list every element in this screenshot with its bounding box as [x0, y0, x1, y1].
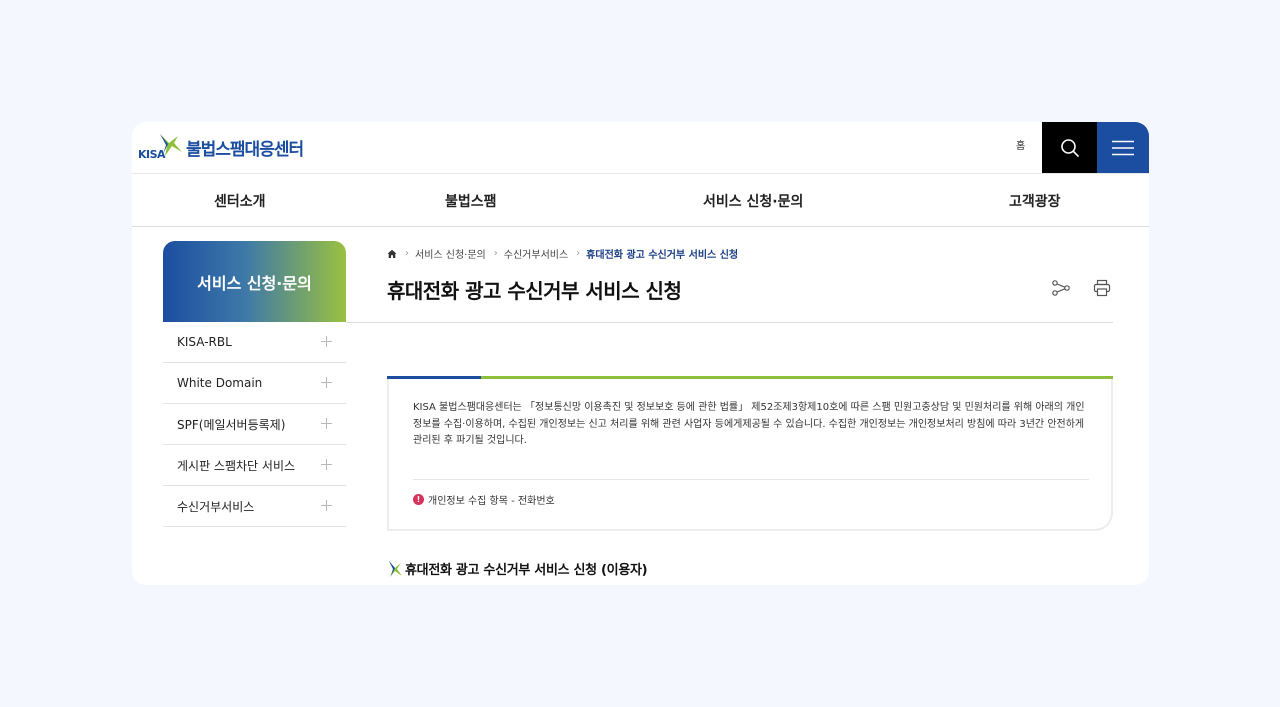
print-button[interactable]: [1093, 279, 1111, 301]
side-item-board-spam-block[interactable]: 게시판 스팸차단 서비스: [163, 445, 346, 486]
section-title: 휴대전화 광고 수신거부 서비스 신청 (이용자): [387, 559, 648, 578]
side-item-label: KISA-RBL: [177, 335, 232, 349]
page-title: 휴대전화 광고 수신거부 서비스 신청: [387, 279, 682, 303]
logo-kisa-text: KISA: [138, 148, 166, 161]
menu-button[interactable]: [1097, 122, 1149, 173]
page-card: KISA 불법스팸대응센터 홈 센터소개 불법스팸 서비스 신청·문의 고객광장…: [132, 122, 1149, 585]
info-accent-green: [481, 376, 1113, 379]
privacy-info-text: KISA 불법스팸대응센터는 「정보통신망 이용촉진 및 정보보호 등에 관한 …: [413, 402, 1085, 446]
side-item-spf[interactable]: SPF(메일서버등록제): [163, 404, 346, 445]
home-link[interactable]: 홈: [1016, 137, 1025, 152]
title-divider: [346, 322, 1113, 323]
side-item-white-domain[interactable]: White Domain: [163, 363, 346, 404]
global-nav: 센터소개 불법스팸 서비스 신청·문의 고객광장: [132, 174, 1149, 227]
plus-icon[interactable]: [321, 500, 332, 511]
gnb-item-illegal-spam[interactable]: 불법스팸: [445, 191, 497, 211]
plus-icon[interactable]: [321, 336, 332, 347]
breadcrumb-item[interactable]: 수신거부서비스: [504, 246, 568, 261]
info-divider: [413, 479, 1089, 480]
side-item-label: 수신거부서비스: [177, 499, 255, 514]
side-item-opt-out-service[interactable]: 수신거부서비스: [163, 486, 346, 527]
side-item-kisa-rbl[interactable]: KISA-RBL: [163, 322, 346, 363]
share-icon: [1052, 280, 1070, 296]
chevron-right-icon: ›: [405, 248, 409, 259]
kisa-logo-mark: KISA: [138, 132, 184, 162]
privacy-info-box: KISA 불법스팸대응센터는 「정보통신망 이용촉진 및 정보보호 등에 관한 …: [387, 376, 1113, 531]
chevron-right-icon: ›: [493, 248, 498, 259]
kisa-bullet-icon: [389, 560, 402, 577]
info-accent-blue: [387, 376, 481, 379]
search-button[interactable]: [1042, 122, 1097, 173]
search-icon: [1060, 138, 1079, 157]
plus-icon[interactable]: [321, 418, 332, 429]
side-item-label: White Domain: [177, 376, 263, 390]
plus-icon[interactable]: [321, 459, 332, 470]
gnb-item-service-request[interactable]: 서비스 신청·문의: [703, 191, 803, 211]
alert-icon: !: [413, 494, 424, 505]
share-button[interactable]: [1052, 279, 1070, 301]
side-nav-title-text: 서비스 신청·문의: [197, 273, 312, 293]
breadcrumb-current: 휴대전화 광고 수신거부 서비스 신청: [586, 250, 739, 261]
chevron-right-icon: ›: [576, 248, 581, 259]
side-item-label: SPF(메일서버등록제): [177, 417, 286, 432]
side-nav-title: 서비스 신청·문의: [163, 241, 346, 322]
home-icon[interactable]: [387, 249, 397, 259]
gnb-item-center-intro[interactable]: 센터소개: [214, 191, 266, 211]
privacy-notice-text: 개인정보 수집 항목 - 전화번호: [428, 496, 555, 507]
site-logo[interactable]: KISA 불법스팸대응센터: [138, 130, 304, 164]
side-nav: KISA-RBL White Domain SPF(메일서버등록제) 게시판 스…: [163, 322, 346, 527]
gnb-item-customer-plaza[interactable]: 고객광장: [1009, 191, 1061, 211]
logo-title: 불법스팸대응센터: [186, 139, 304, 160]
breadcrumb-item[interactable]: 서비스 신청·문의: [415, 246, 486, 261]
side-item-label: 게시판 스팸차단 서비스: [177, 458, 296, 473]
plus-icon[interactable]: [321, 377, 332, 388]
print-icon: [1093, 279, 1111, 297]
section-title-text: 휴대전화 광고 수신거부 서비스 신청 (이용자): [405, 563, 648, 578]
site-header: KISA 불법스팸대응센터 홈: [132, 122, 1149, 174]
hamburger-icon: [1112, 140, 1134, 155]
privacy-notice: ! 개인정보 수집 항목 - 전화번호: [413, 492, 555, 507]
breadcrumb: › 서비스 신청·문의 › 수신거부서비스 › 휴대전화 광고 수신거부 서비스…: [387, 246, 738, 261]
